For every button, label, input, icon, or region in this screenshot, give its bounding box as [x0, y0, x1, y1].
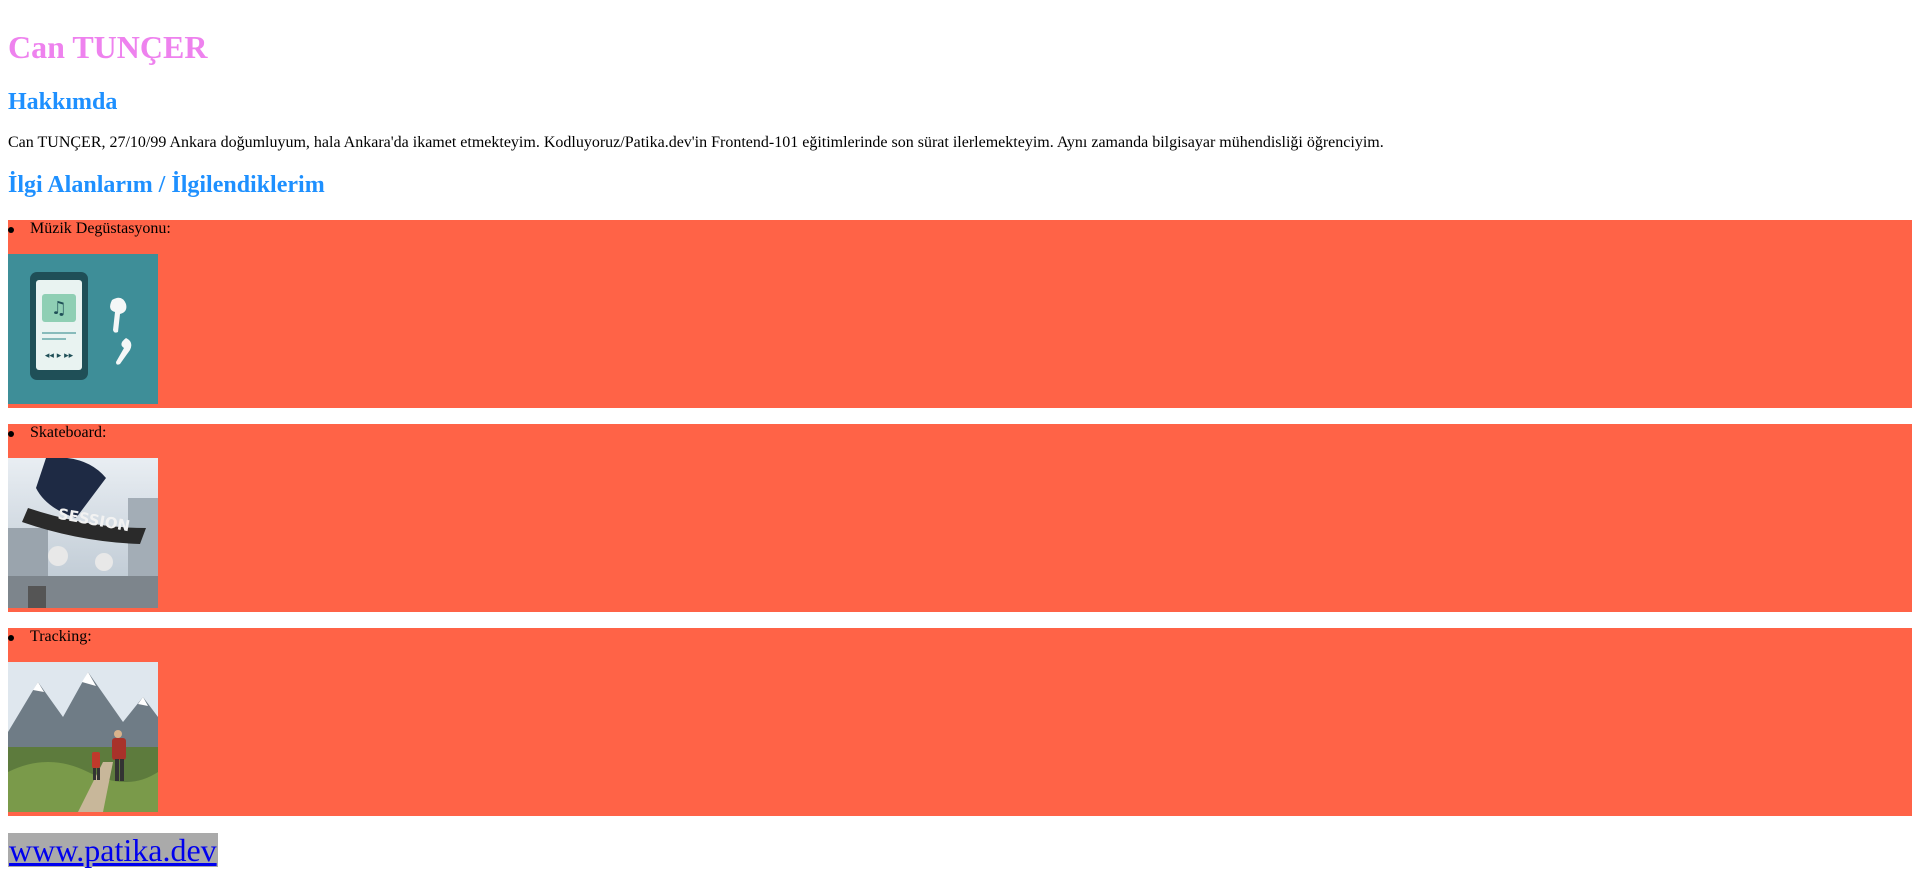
interests-heading: İlgi Alanlarım / İlgilendiklerim [8, 172, 325, 198]
interest-label: Müzik Degüstasyonu: [30, 220, 171, 237]
bullet-icon [8, 431, 14, 437]
svg-text:♫: ♫ [51, 298, 67, 319]
skateboard-image: SESSION [8, 458, 158, 608]
mountain-hiking-image [8, 662, 158, 812]
list-item-tracking: Tracking: [8, 628, 1912, 816]
bullet-icon [8, 227, 14, 233]
interests-list: Müzik Degüstasyonu: ♫ ◂◂ ▸ ▸▸ Skateboard… [8, 220, 1912, 832]
svg-text:◂◂ ▸ ▸▸: ◂◂ ▸ ▸▸ [45, 351, 74, 361]
bullet-icon [8, 635, 14, 641]
music-player-image: ♫ ◂◂ ▸ ▸▸ [8, 254, 158, 404]
interest-label: Tracking: [30, 628, 92, 645]
list-item-music: Müzik Degüstasyonu: ♫ ◂◂ ▸ ▸▸ [8, 220, 1912, 408]
interest-label: Skateboard: [30, 424, 107, 441]
page-title: Can TUNÇER [8, 29, 208, 65]
page: Can TUNÇER Hakkımda Can TUNÇER, 27/10/99… [0, 0, 1920, 877]
about-heading: Hakkımda [8, 89, 118, 115]
patika-link[interactable]: www.patika.dev [8, 833, 218, 867]
about-paragraph: Can TUNÇER, 27/10/99 Ankara doğumluyum, … [8, 134, 1384, 151]
list-item-skateboard: Skateboard: SESSION [8, 424, 1912, 612]
